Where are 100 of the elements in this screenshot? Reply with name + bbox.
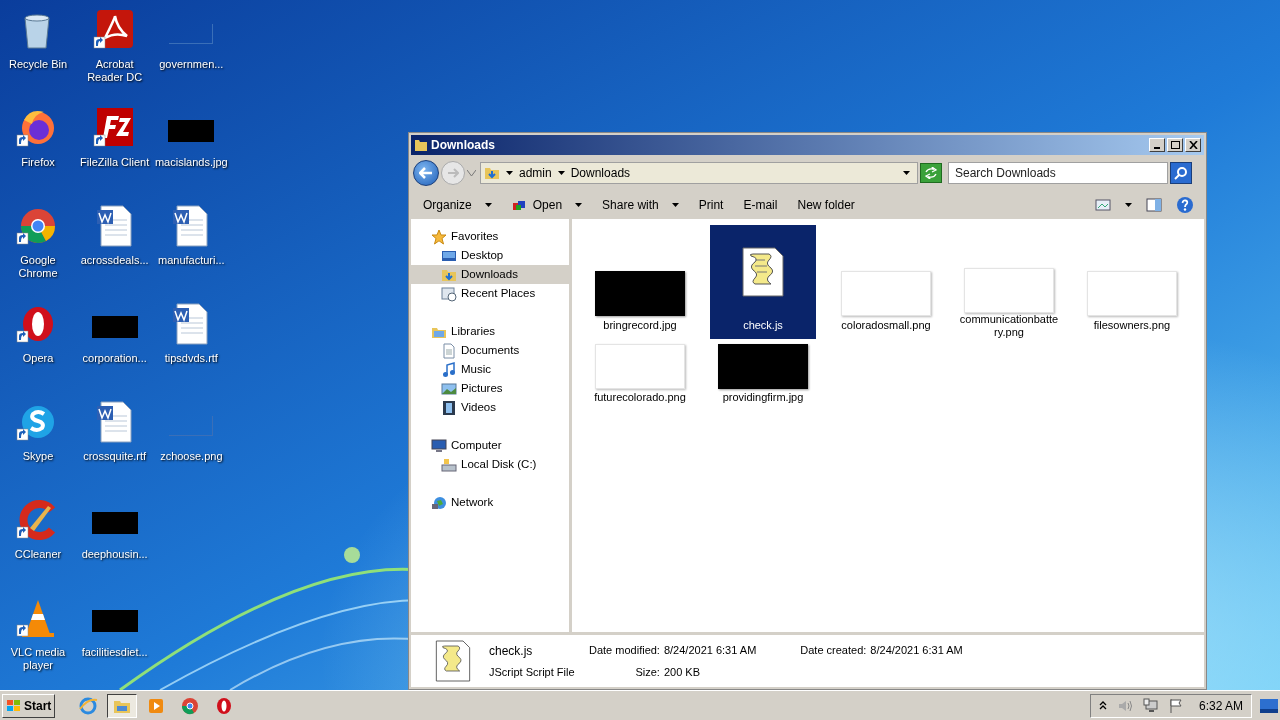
music-note-icon (441, 361, 457, 378)
icon-label[interactable]: Google Chrome (0, 254, 76, 280)
start-button[interactable]: Start (2, 693, 56, 718)
caret-icon (484, 203, 492, 207)
nav-item[interactable]: Local Disk (C:) (411, 455, 569, 474)
detail-value: 200 KB (663, 665, 702, 680)
icon-label[interactable]: acrossdeals... (79, 254, 150, 267)
file-item[interactable]: futurecolorado.png (587, 341, 693, 411)
icon-label[interactable]: CCleaner (13, 548, 63, 561)
nav-item[interactable]: Recent Places (411, 284, 569, 303)
nav-item[interactable]: Network (411, 493, 569, 512)
icon-label[interactable]: governmen... (158, 58, 225, 71)
file-item[interactable]: providingfirm.jpg (710, 341, 816, 411)
icon-label[interactable]: Firefox (20, 156, 56, 169)
file-name: bringrecord.jpg (602, 319, 678, 332)
breadcrumb-caret-icon (506, 171, 513, 175)
nav-item[interactable]: Libraries (411, 322, 569, 341)
forward-arrow-icon (447, 168, 459, 178)
nav-item[interactable]: Videos (411, 398, 569, 417)
nav-item[interactable]: Desktop (411, 246, 569, 265)
search-button[interactable] (1170, 162, 1192, 184)
caret-icon (575, 203, 583, 207)
detail-value: 8/24/2021 6:31 AM (870, 642, 963, 658)
toolbar-button[interactable]: Open (503, 194, 591, 216)
icon-label[interactable]: Recycle Bin (7, 58, 69, 71)
folder-icon (484, 165, 500, 181)
toolbar-button[interactable]: Share with (594, 194, 687, 216)
file-item[interactable]: bringrecord.jpg (587, 225, 693, 339)
nav-item[interactable]: Music (411, 360, 569, 379)
close-button[interactable] (1185, 138, 1201, 152)
icon-label[interactable]: Skype (21, 450, 55, 463)
toolbar-button[interactable]: New folder (789, 194, 863, 216)
file-name: providingfirm.jpg (721, 391, 805, 404)
detail-label: Size: (634, 665, 660, 680)
icon-label[interactable]: crossquite.rtf (82, 450, 148, 463)
icon-label[interactable]: macislands.jpg (153, 156, 229, 169)
network-icon[interactable] (1142, 697, 1159, 714)
ie-icon (78, 695, 99, 716)
breadcrumb-caret-icon (557, 171, 565, 175)
star-icon (431, 228, 447, 245)
maximize-button[interactable] (1167, 138, 1183, 152)
detail-label: Date created: (800, 642, 867, 658)
document-icon (94, 204, 135, 248)
window-title: Downloads (431, 137, 495, 154)
show-hidden-icons-icon[interactable] (1098, 700, 1107, 711)
clock[interactable]: 6:32 AM (1198, 696, 1243, 715)
back-button[interactable] (413, 160, 439, 186)
image-thumbnail (169, 416, 214, 436)
help-icon[interactable] (1176, 196, 1194, 214)
breadcrumb-item[interactable]: admin (519, 164, 552, 182)
toolbar-button[interactable]: E-mail (735, 194, 786, 216)
computer-icon (431, 437, 447, 454)
search-field[interactable]: Search Downloads (948, 162, 1168, 184)
icon-label[interactable]: facilitiesdiet... (80, 646, 149, 659)
document-icon (94, 400, 135, 444)
nav-item[interactable]: Pictures (411, 379, 569, 398)
file-item[interactable]: filesowners.png (1079, 225, 1185, 339)
file-item[interactable]: check.js (710, 225, 816, 339)
flag-icon[interactable] (1168, 697, 1183, 714)
icon-label[interactable]: tipsdvds.rtf (163, 352, 219, 365)
disk-drive-icon (441, 456, 457, 473)
icon-label[interactable]: manufacturi... (157, 254, 226, 267)
toolbar-button[interactable]: Organize (415, 194, 500, 216)
dropdown-caret-icon (903, 171, 910, 175)
recent-places-icon (441, 285, 457, 302)
caret-icon (671, 203, 679, 207)
refresh-button[interactable] (920, 163, 942, 183)
minimize-button[interactable] (1149, 138, 1165, 152)
script-scroll-icon (433, 639, 473, 683)
nav-item[interactable]: Computer (411, 436, 569, 455)
nav-item[interactable]: Favorites (411, 227, 569, 246)
back-arrow-icon (419, 167, 433, 179)
icon-label[interactable]: corporation... (81, 352, 148, 365)
taskbar-folder-icon[interactable] (107, 693, 138, 718)
breadcrumb-item[interactable]: Downloads (570, 164, 631, 182)
view-options-icon[interactable] (1095, 198, 1111, 212)
file-item[interactable]: coloradosmall.png (833, 225, 939, 339)
file-type: JScript Script File (489, 664, 576, 680)
file-item[interactable]: communicationbattery.png (956, 225, 1062, 339)
image-thumbnail (169, 24, 214, 44)
detail-value: 8/24/2021 6:31 AM (663, 642, 757, 658)
maximize-icon (1170, 141, 1180, 149)
script-scroll-icon (739, 246, 787, 298)
nav-item[interactable]: Documents (411, 341, 569, 360)
close-icon (1188, 141, 1198, 149)
show-desktop-icon[interactable] (1260, 698, 1278, 713)
address-bar[interactable]: admin Downloads (480, 162, 918, 184)
icon-label[interactable]: Opera (21, 352, 55, 365)
nav-item[interactable]: Downloads (411, 265, 569, 284)
folder-icon (414, 138, 428, 152)
icon-label[interactable]: deephousin... (80, 548, 149, 561)
preview-pane-icon[interactable] (1146, 198, 1162, 212)
icon-label[interactable]: Acrobat Reader DC (76, 58, 153, 84)
icon-label[interactable]: VLC media player (0, 646, 76, 672)
image-thumbnail (91, 610, 138, 632)
film-icon (441, 399, 457, 416)
file-name: filesowners.png (1092, 319, 1172, 332)
toolbar-button[interactable]: Print (690, 194, 732, 216)
icon-label[interactable]: FileZilla Client (79, 156, 151, 169)
icon-label[interactable]: zchoose.png (159, 450, 224, 463)
